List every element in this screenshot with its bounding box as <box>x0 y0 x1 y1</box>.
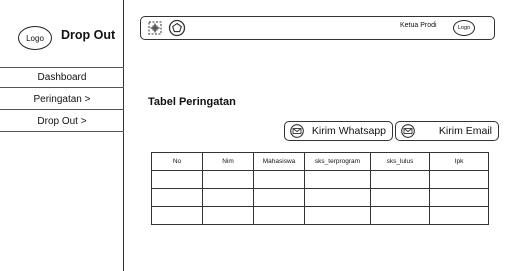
send-email-label: Kirim Email <box>438 125 492 137</box>
send-email-button[interactable]: Kirim Email <box>395 121 499 141</box>
column-header-sks-terprogram: sks_terprogram <box>304 152 371 171</box>
table-cell <box>151 170 203 189</box>
table-cell <box>304 188 371 207</box>
warning-table: No Nim Mahasiswa sks_terprogram sks_lulu… <box>151 152 489 225</box>
table-cell <box>304 170 371 189</box>
table-cell <box>202 170 254 189</box>
table-cell <box>202 188 254 207</box>
divider <box>0 131 124 132</box>
column-header-nim: Nim <box>202 152 254 171</box>
page-title: Tabel Peringatan <box>148 96 236 108</box>
brand-title: Drop Out <box>61 28 116 42</box>
column-header-ipk: Ipk <box>429 152 489 171</box>
table-cell <box>370 170 430 189</box>
table-cell <box>202 206 254 225</box>
avatar[interactable]: Logo <box>453 20 475 36</box>
table-row[interactable] <box>151 170 489 189</box>
table-cell <box>304 206 371 225</box>
mail-icon <box>401 124 415 138</box>
user-role: Ketua Prodi <box>400 22 437 29</box>
table-cell <box>429 188 489 207</box>
top-bar <box>140 16 495 40</box>
table-cell <box>151 206 203 225</box>
table-cell <box>151 188 203 207</box>
send-whatsapp-button[interactable]: Kirim Whatsapp <box>284 121 393 141</box>
mail-icon <box>290 124 304 138</box>
logo: Logo <box>18 26 52 50</box>
column-header-mahasiswa: Mahasiswa <box>253 152 305 171</box>
sidebar-item-dashboard[interactable]: Dashboard <box>0 67 124 87</box>
table-cell <box>370 206 430 225</box>
table-cell <box>253 170 305 189</box>
send-whatsapp-label: Kirim Whatsapp <box>311 125 386 137</box>
table-row[interactable] <box>151 188 489 207</box>
pentagon-icon[interactable] <box>168 19 186 37</box>
column-header-sks-lulus: sks_lulus <box>370 152 430 171</box>
column-header-no: No <box>151 152 203 171</box>
table-cell <box>253 188 305 207</box>
sidebar-item-peringatan[interactable]: Peringatan > <box>0 89 124 109</box>
table-cell <box>429 170 489 189</box>
divider <box>0 109 124 110</box>
sidebar-item-drop-out[interactable]: Drop Out > <box>0 111 124 131</box>
table-cell <box>253 206 305 225</box>
crosshair-icon[interactable] <box>146 19 164 37</box>
divider <box>0 87 124 88</box>
table-cell <box>370 188 430 207</box>
table-header-row: No Nim Mahasiswa sks_terprogram sks_lulu… <box>151 152 489 171</box>
table-row[interactable] <box>151 206 489 225</box>
table-cell <box>429 206 489 225</box>
